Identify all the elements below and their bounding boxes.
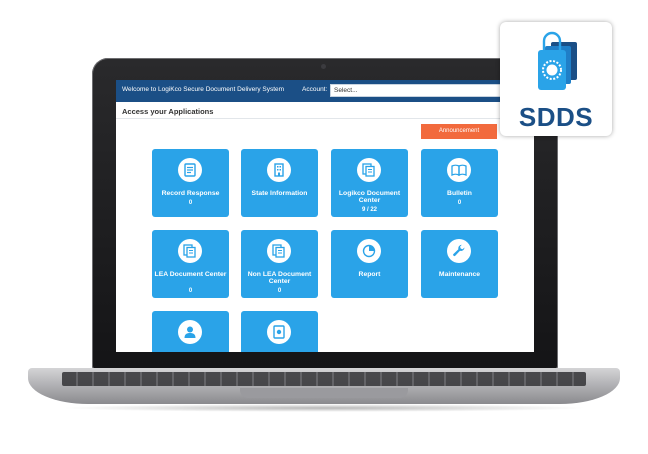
secure-document-icon xyxy=(267,320,291,344)
tile-label: Logikco Document Center xyxy=(338,190,401,205)
laptop-screen: Welcome to LogiKco Secure Document Deliv… xyxy=(116,80,534,352)
tile-label: Non LEA Document Center xyxy=(247,271,312,286)
section-divider xyxy=(116,118,534,119)
document-icon xyxy=(178,158,202,182)
webcam xyxy=(321,64,326,69)
documents-icon xyxy=(267,239,291,263)
tile-user[interactable] xyxy=(152,311,229,352)
tile-non-lea-document-center[interactable]: Non LEA Document Center 0 xyxy=(241,230,318,298)
tile-count: 0 xyxy=(457,200,462,206)
welcome-text: Welcome to LogiKco Secure Document Deliv… xyxy=(122,86,285,93)
tile-count: 0 xyxy=(277,288,282,294)
user-icon xyxy=(178,320,202,344)
tile-bulletin[interactable]: Bulletin 0 xyxy=(421,149,498,217)
tile-report[interactable]: Report xyxy=(331,230,408,298)
keyboard xyxy=(62,372,586,386)
laptop-shadow xyxy=(60,404,588,412)
tile-label: Maintenance xyxy=(438,271,481,278)
tile-record-response[interactable]: Record Response 0 xyxy=(152,149,229,217)
tile-label: State Information xyxy=(251,190,308,197)
section-title: Access your Applications xyxy=(122,107,214,116)
tile-lea-document-center[interactable]: LEA Document Center 0 xyxy=(152,230,229,298)
sdds-documents-icon xyxy=(538,31,577,90)
sdds-badge: SDDS xyxy=(500,22,612,136)
building-icon xyxy=(267,158,291,182)
pie-chart-icon xyxy=(357,239,381,263)
tile-label: Bulletin xyxy=(447,190,472,197)
book-icon xyxy=(447,158,471,182)
tile-count: 0 xyxy=(188,200,193,206)
tile-label: Report xyxy=(358,271,381,278)
app-header: Welcome to LogiKco Secure Document Deliv… xyxy=(116,80,534,102)
trackpad-notch xyxy=(240,388,408,398)
announcement-button[interactable]: Announcement xyxy=(421,124,497,139)
documents-icon xyxy=(357,158,381,182)
account-label: Account: xyxy=(302,86,328,93)
tile-label: LEA Document Center xyxy=(154,271,227,278)
sdds-logo-text: SDDS xyxy=(518,102,594,132)
tile-maintenance[interactable]: Maintenance xyxy=(421,230,498,298)
tile-secure-document[interactable] xyxy=(241,311,318,352)
tile-state-information[interactable]: State Information xyxy=(241,149,318,217)
tile-count: 0 xyxy=(188,288,193,294)
documents-icon xyxy=(178,239,202,263)
wrench-icon xyxy=(447,239,471,263)
tile-count: 9 / 22 xyxy=(361,207,377,213)
tile-logikco-document-center[interactable]: Logikco Document Center 9 / 22 xyxy=(331,149,408,217)
tile-label: Record Response xyxy=(161,190,220,197)
